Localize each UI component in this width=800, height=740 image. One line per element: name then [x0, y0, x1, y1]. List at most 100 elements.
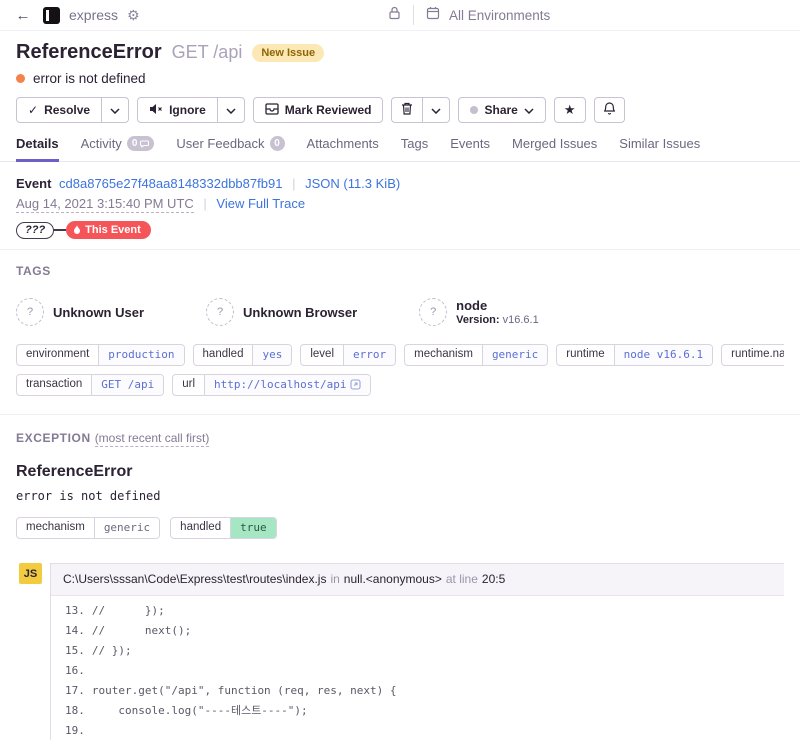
stack-frame: JS C:\Users\sssan\Code\Express\test\rout… [16, 563, 784, 740]
delete-dropdown-button[interactable] [423, 97, 451, 123]
share-status-dot-icon [470, 106, 479, 114]
bookmark-star-button[interactable]: ★ [553, 97, 586, 123]
trace-connector [54, 229, 67, 231]
issue-message: error is not defined [33, 71, 146, 86]
code-line: 15.// }); [65, 644, 132, 657]
activity-count-badge: 0 [126, 136, 155, 151]
mark-reviewed-button[interactable]: Mark Reviewed [252, 97, 384, 123]
code-line: 16. [65, 664, 85, 677]
source-context: 13.// }); 14.// next(); 15.// }); 16. 17… [51, 596, 784, 740]
exception-type: ReferenceError [16, 463, 133, 480]
tag-summary-user: ? Unknown User [16, 298, 144, 326]
tags-heading: TAGS [16, 264, 51, 278]
event-block: Event cd8a8765e27f48aa8148332dbb87fb91 |… [0, 162, 800, 249]
issue-tabs: Details Activity 0 User Feedback 0 Attac… [0, 123, 800, 162]
trace-crumbs: ??? This Event [16, 221, 784, 239]
separator: | [292, 176, 296, 191]
comment-bubble-icon [140, 140, 150, 148]
new-issue-badge: New Issue [252, 44, 325, 62]
code-line: 19. [65, 724, 85, 737]
issue-culprit: GET /api [171, 42, 243, 62]
tag-pill-runtime-name[interactable]: runtime.namenode [721, 344, 784, 366]
check-icon: ✓ [28, 103, 39, 117]
action-toolbar: ✓ Resolve Ignore Mark Reviewed Share ★ [0, 86, 800, 123]
code-line: 13.// }); [65, 604, 165, 617]
annotation-handled: handled true [170, 517, 277, 539]
share-button[interactable]: Share [458, 97, 546, 123]
topbar: ← express ⚙ All Environments [0, 0, 800, 31]
lock-icon[interactable] [388, 6, 401, 25]
feedback-count-badge: 0 [269, 136, 285, 151]
issue-header: ReferenceError GET /api New Issue [0, 31, 800, 64]
mark-reviewed-label: Mark Reviewed [284, 103, 372, 117]
tag-pill-row: environment production handled yes level er… [16, 344, 784, 366]
frame-function: null.<anonymous> [343, 572, 442, 586]
code-line: 18. console.log("----테스트----"); [65, 704, 308, 717]
subscribe-bell-button[interactable] [593, 97, 625, 123]
ignore-dropdown-button[interactable] [217, 97, 245, 123]
question-circle-icon: ? [16, 298, 44, 326]
tag-pill-level[interactable]: level error [300, 344, 397, 366]
issue-title: ReferenceError [16, 41, 162, 63]
tag-pill-row: transaction GET /api url http://localhost/… [16, 374, 784, 396]
chevron-down-icon [110, 103, 120, 117]
tab-user-feedback[interactable]: User Feedback 0 [176, 136, 285, 162]
exception-heading: EXCEPTION [16, 431, 91, 445]
frame-filename: C:\Users\sssan\Code\Express\test\routes\… [63, 572, 327, 586]
bell-icon [602, 102, 616, 118]
tag-pill-runtime[interactable]: runtime node v16.6.1 [556, 344, 714, 366]
delete-button[interactable] [391, 97, 424, 123]
tab-events[interactable]: Events [450, 136, 490, 162]
topbar-divider [413, 5, 414, 25]
resolve-button[interactable]: ✓ Resolve [16, 97, 103, 123]
tags-section: TAGS ? Unknown User ? Unknown Browser ? … [0, 249, 800, 414]
tab-activity[interactable]: Activity 0 [81, 136, 155, 162]
code-line: 17. router.get("/api", function (req, res… [65, 684, 397, 697]
question-circle-icon: ? [419, 298, 448, 326]
tab-merged-issues[interactable]: Merged Issues [512, 136, 597, 162]
ignore-button[interactable]: Ignore [137, 97, 218, 123]
tag-pill-url[interactable]: url http://localhost/api [172, 374, 372, 396]
chevron-down-icon [524, 103, 534, 117]
tab-tags[interactable]: Tags [401, 136, 428, 162]
tag-pill-handled[interactable]: handled yes [192, 344, 293, 366]
back-button[interactable]: ← [12, 4, 34, 26]
event-timestamp: Aug 14, 2021 3:15:40 PM UTC [16, 196, 194, 213]
fire-icon [74, 225, 81, 234]
frame-line-number: 20:5 [481, 572, 506, 586]
resolve-dropdown-button[interactable] [102, 97, 130, 123]
external-link-icon [350, 379, 362, 390]
this-event-pill: This Event [66, 221, 151, 239]
chevron-down-icon [431, 103, 442, 117]
project-logo-express-icon [43, 6, 60, 24]
tab-details[interactable]: Details [16, 136, 59, 162]
event-json-link[interactable]: JSON (11.3 KiB) [305, 176, 400, 191]
project-settings-gear-icon[interactable]: ⚙ [127, 7, 140, 24]
ignore-label: Ignore [169, 103, 206, 117]
tag-pill-transaction[interactable]: transaction GET /api [16, 374, 165, 396]
exception-section: EXCEPTION (most recent call first) Refer… [0, 414, 800, 740]
unknown-trace-node: ??? [16, 221, 55, 239]
trash-icon [401, 102, 413, 118]
calendar-icon [426, 6, 440, 25]
tab-similar-issues[interactable]: Similar Issues [619, 136, 700, 162]
resolve-label: Resolve [44, 103, 91, 117]
unresolved-status-dot [16, 74, 25, 83]
javascript-platform-icon: JS [19, 563, 42, 584]
tag-summary-browser: ? Unknown Browser [206, 298, 357, 326]
tab-attachments[interactable]: Attachments [307, 136, 379, 162]
question-circle-icon: ? [206, 298, 235, 326]
share-label: Share [484, 103, 518, 117]
view-full-trace-link[interactable]: View Full Trace [216, 196, 305, 211]
tag-pill-environment[interactable]: environment production [16, 344, 185, 366]
environment-selector[interactable]: All Environments [449, 8, 550, 23]
code-line: 14.// next(); [65, 624, 192, 637]
annotation-mechanism: mechanism generic [16, 517, 161, 539]
archive-icon [265, 102, 279, 118]
stack-order-toggle[interactable]: (most recent call first) [94, 431, 210, 447]
event-id-link[interactable]: cd8a8765e27f48aa8148332dbb87fb91 [59, 176, 282, 191]
frame-header[interactable]: C:\Users\sssan\Code\Express\test\routes\… [51, 564, 784, 596]
tag-summary-runtime: ? node Version: v16.6.1 [419, 298, 539, 326]
tag-pill-mechanism[interactable]: mechanism generic [404, 344, 549, 366]
project-name: express [69, 7, 119, 23]
